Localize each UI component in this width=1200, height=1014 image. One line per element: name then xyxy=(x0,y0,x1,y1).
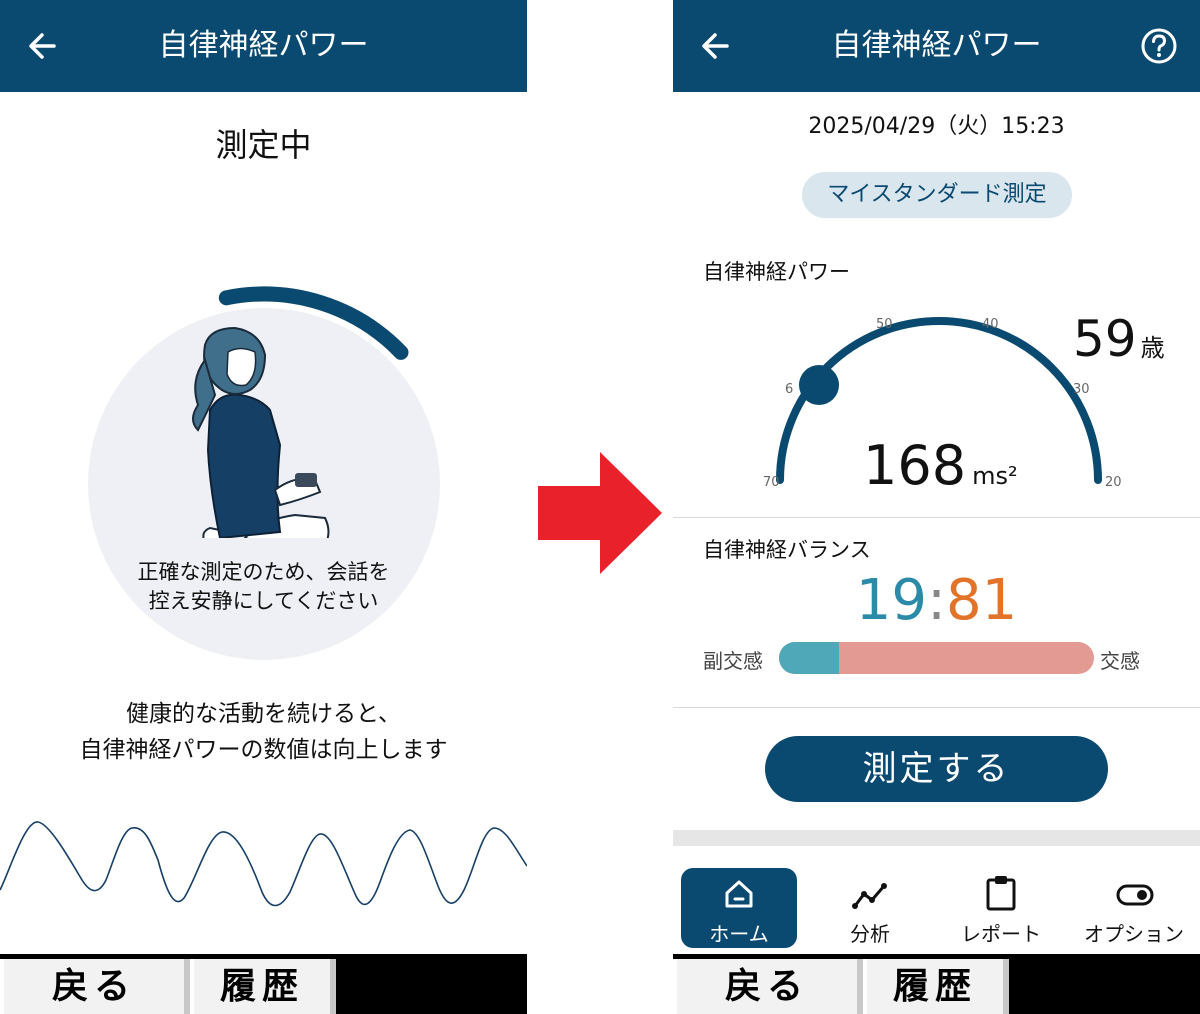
measuring-screen: 自律神経パワー 測定中 正確な測定のため、会話を 控え安静にしてください 健康的… xyxy=(0,0,527,1014)
tip-text: 健康的な活動を続けると、 自律神経パワーの数値は向上します xyxy=(0,696,527,768)
notice-text: 正確な測定のため、会話を 控え安静にしてください xyxy=(0,558,527,616)
measuring-status: 測定中 xyxy=(215,126,312,164)
age-value: 59 歳 xyxy=(1073,310,1165,368)
power-number: 168 xyxy=(863,434,967,497)
toggle-icon xyxy=(1116,884,1154,906)
section-divider xyxy=(673,517,1200,518)
balance-bar xyxy=(779,642,1094,674)
parasympathetic-label: 副交感 xyxy=(703,649,763,673)
nav-analysis-label: 分析 xyxy=(850,922,890,946)
notice-line-1: 正確な測定のため、会話を xyxy=(137,560,390,584)
help-icon[interactable] xyxy=(1139,26,1179,66)
nav-separator xyxy=(673,830,1200,846)
nav-report-label: レポート xyxy=(961,922,1041,946)
nav-home-label: ホーム xyxy=(709,922,769,946)
ratio-separator: : xyxy=(927,568,946,633)
pulse-waveform xyxy=(0,821,527,907)
home-icon xyxy=(725,880,753,908)
transition-arrow-icon xyxy=(538,452,662,574)
power-unit: ms² xyxy=(972,462,1018,490)
power-section-title: 自律神経パワー xyxy=(703,260,850,284)
measurement-datetime: 2025/04/29（火）15:23 xyxy=(808,114,1065,139)
measure-button[interactable]: 測定する xyxy=(765,736,1108,802)
analysis-chart-icon xyxy=(852,883,887,909)
age-unit: 歳 xyxy=(1140,334,1165,362)
section-divider xyxy=(673,707,1200,708)
gauge-tick-label: 6 xyxy=(785,382,793,397)
notice-line-2: 控え安静にしてください xyxy=(148,589,379,613)
page-title: 自律神経パワー xyxy=(831,28,1042,63)
sympathetic-label: 交感 xyxy=(1100,649,1140,673)
gauge-tick-label: 50 xyxy=(876,317,893,332)
nav-options[interactable]: オプション xyxy=(1076,868,1192,948)
mode-badge: マイスタンダード測定 xyxy=(802,172,1072,218)
nav-analysis[interactable]: 分析 xyxy=(812,868,928,948)
page-title: 自律神経パワー xyxy=(158,28,369,63)
hardware-history-button[interactable]: 履歴 xyxy=(863,959,1009,1014)
sympathetic-value: 81 xyxy=(945,568,1018,633)
header-bar: 自律神経パワー xyxy=(0,0,527,92)
result-screen: 自律神経パワー 2025/04/29（火）15:23 マイスタンダード測定 自律… xyxy=(673,0,1200,1014)
age-number: 59 xyxy=(1073,310,1137,368)
tip-line-2: 自律神経パワーの数値は向上します xyxy=(79,737,448,763)
nav-report[interactable]: レポート xyxy=(943,868,1059,948)
hardware-back-button[interactable]: 戻る xyxy=(0,959,190,1014)
gauge-tick-label: 20 xyxy=(1105,475,1122,490)
header-bar: 自律神経パワー xyxy=(673,0,1200,92)
balance-section-title: 自律神経バランス xyxy=(703,538,871,562)
hardware-history-button[interactable]: 履歴 xyxy=(190,959,336,1014)
power-value: 168 ms² xyxy=(863,434,1018,497)
gauge-marker xyxy=(799,365,839,405)
clipboard-icon xyxy=(986,876,1016,911)
gauge-tick-label: 70 xyxy=(763,475,780,490)
gauge-tick-label: 40 xyxy=(982,317,999,332)
nav-home[interactable]: ホーム xyxy=(681,868,797,948)
measurement-illustration xyxy=(88,286,440,660)
gauge-tick-label: 30 xyxy=(1073,382,1090,397)
balance-ratio: 19:81 xyxy=(673,568,1200,633)
hardware-back-button[interactable]: 戻る xyxy=(673,959,863,1014)
parasympathetic-bar-fill xyxy=(779,642,839,674)
parasympathetic-value: 19 xyxy=(855,568,928,633)
nav-options-label: オプション xyxy=(1084,922,1184,946)
tip-line-1: 健康的な活動を続けると、 xyxy=(125,701,402,727)
